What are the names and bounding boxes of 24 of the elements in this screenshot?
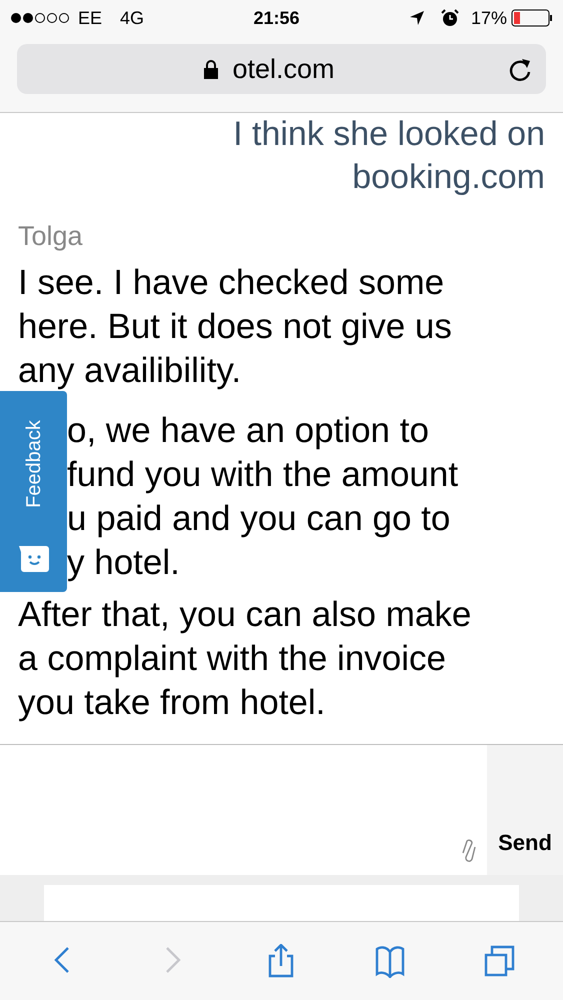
sender-name: Tolga: [18, 220, 84, 253]
clock: 21:56: [253, 6, 300, 30]
message-text: I see. I have checked some here. But it does not give us any availibility.: [18, 262, 453, 392]
address-bar[interactable]: otel.com: [17, 44, 546, 94]
message-text: y hotel.: [67, 543, 180, 582]
battery-percent: 17%: [470, 6, 507, 30]
url-text: otel.com: [232, 52, 335, 86]
send-button[interactable]: Send: [487, 745, 563, 875]
message-text: After that, you can also make a complaint with the invoice you take from hotel.: [18, 594, 472, 724]
signal-icon: [10, 12, 70, 24]
location-icon: [408, 10, 425, 26]
message-text: o, we have an option to: [67, 411, 429, 450]
lock-icon: [204, 59, 218, 79]
feedback-tab[interactable]: Feedback: [0, 391, 67, 592]
network-type: 4G: [120, 6, 144, 30]
message-text: u paid and you can go to: [67, 499, 450, 538]
reload-icon[interactable]: [508, 56, 532, 82]
carrier: EE: [78, 6, 102, 30]
paperclip-icon[interactable]: [461, 837, 477, 863]
message-text: fund you with the amount: [67, 455, 458, 494]
battery-icon: [511, 9, 553, 27]
alarm-icon: [440, 9, 459, 27]
smiley-chat-icon: [18, 546, 48, 572]
outgoing-message: I think she looked on booking.com: [232, 114, 545, 198]
